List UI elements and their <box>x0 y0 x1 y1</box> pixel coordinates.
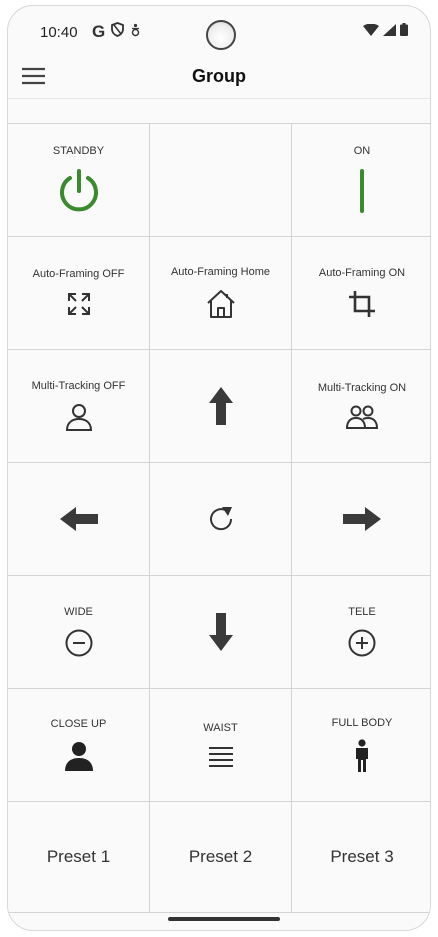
close-up-label: CLOSE UP <box>50 718 107 730</box>
full-body-button[interactable]: FULL BODY <box>292 689 430 802</box>
pan-right-button[interactable] <box>292 463 430 576</box>
preset-3-button[interactable]: Preset 3 <box>292 802 430 913</box>
preset-2-label: Preset 2 <box>188 847 253 866</box>
refresh-icon <box>207 505 235 533</box>
auto-framing-off-label: Auto-Framing OFF <box>32 268 125 280</box>
zoom-out-icon <box>64 628 94 658</box>
arrow-down-icon <box>208 612 234 652</box>
status-icons-right <box>363 23 408 41</box>
control-grid: STANDBY ON Auto-Framing OFF Auto-Framing <box>8 123 430 913</box>
tilt-up-button[interactable] <box>150 350 292 463</box>
multi-tracking-on-button[interactable]: Multi-Tracking ON <box>292 350 430 463</box>
full-body-label: FULL BODY <box>331 717 393 729</box>
tilt-down-button[interactable] <box>150 576 292 689</box>
on-label: ON <box>353 145 371 157</box>
auto-framing-on-label: Auto-Framing ON <box>318 267 406 279</box>
zoom-in-icon <box>347 628 377 658</box>
accessibility-icon <box>130 23 141 42</box>
status-time: 10:40 <box>40 24 78 41</box>
arrow-right-icon <box>342 506 382 532</box>
lines-icon <box>208 744 234 768</box>
reset-button[interactable] <box>150 463 292 576</box>
auto-framing-off-button[interactable]: Auto-Framing OFF <box>8 237 150 350</box>
multi-tracking-off-button[interactable]: Multi-Tracking OFF <box>8 350 150 463</box>
wide-label: WIDE <box>64 606 93 618</box>
auto-framing-home-button[interactable]: Auto-Framing Home <box>150 237 292 350</box>
home-icon <box>205 288 237 320</box>
google-icon: G <box>92 22 106 41</box>
preset-1-label: Preset 1 <box>46 847 111 866</box>
pan-left-button[interactable] <box>8 463 150 576</box>
status-bar: 10:40 G <box>8 6 430 56</box>
zoom-wide-button[interactable]: WIDE <box>8 576 150 689</box>
expand-icon <box>65 290 93 318</box>
shield-icon <box>111 22 125 42</box>
standby-label: STANDBY <box>52 145 105 157</box>
status-icons-left: G <box>92 22 141 42</box>
empty-cell <box>150 124 292 237</box>
battery-icon <box>400 23 408 41</box>
header-spacer <box>8 98 430 125</box>
arrow-up-icon <box>208 386 234 426</box>
crop-icon <box>347 289 377 319</box>
app-bar: Group <box>8 56 430 98</box>
multi-tracking-on-label: Multi-Tracking ON <box>317 382 407 394</box>
auto-framing-on-button[interactable]: Auto-Framing ON <box>292 237 430 350</box>
phone-screen: 10:40 G Group STANDBY ON Auto-Framing OF… <box>7 5 431 931</box>
preset-2-button[interactable]: Preset 2 <box>150 802 292 913</box>
auto-framing-home-label: Auto-Framing Home <box>170 266 271 278</box>
camera-cutout <box>206 20 236 50</box>
power-icon <box>55 167 103 215</box>
page-title: Group <box>192 66 246 86</box>
standing-person-icon <box>353 739 371 773</box>
person-icon <box>63 740 95 772</box>
home-indicator[interactable] <box>168 917 280 921</box>
preset-3-label: Preset 3 <box>330 847 394 866</box>
person-outline-icon <box>64 402 94 432</box>
waist-label: WAIST <box>203 722 238 734</box>
waist-button[interactable]: WAIST <box>150 689 292 802</box>
tele-label: TELE <box>348 606 376 618</box>
on-button[interactable]: ON <box>292 124 430 237</box>
standby-button[interactable]: STANDBY <box>8 124 150 237</box>
navigation-bar <box>8 910 430 930</box>
group-icon <box>346 404 378 430</box>
zoom-tele-button[interactable]: TELE <box>292 576 430 689</box>
signal-icon <box>383 23 396 41</box>
preset-1-button[interactable]: Preset 1 <box>8 802 150 913</box>
close-up-button[interactable]: CLOSE UP <box>8 689 150 802</box>
wifi-icon <box>363 23 379 41</box>
multi-tracking-off-label: Multi-Tracking OFF <box>31 380 126 392</box>
on-line-icon <box>357 167 367 215</box>
arrow-left-icon <box>59 506 99 532</box>
